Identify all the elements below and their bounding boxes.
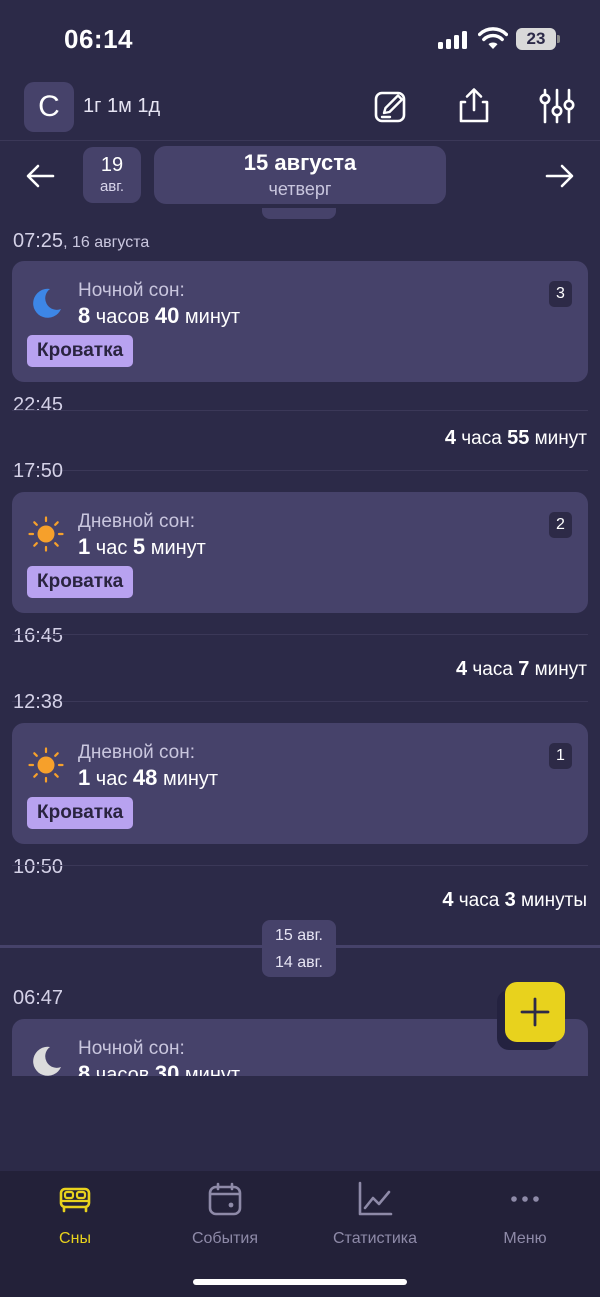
divider <box>12 410 588 411</box>
nav-label: Статистика <box>332 1230 418 1247</box>
time-label: 10:50 <box>13 856 64 878</box>
current-weekday: четверг <box>268 179 332 199</box>
edit-icon[interactable] <box>371 86 411 126</box>
add-sleep-button[interactable] <box>505 982 565 1042</box>
nav-item-sleeps[interactable]: Сны <box>15 1181 135 1248</box>
sleep-card[interactable]: Дневной сон: 1 час 5 минут 2 Кроватка <box>12 492 588 613</box>
status-time: 06:14 <box>64 24 133 54</box>
sleep-index-badge: 2 <box>549 512 572 538</box>
place-tag: Кроватка <box>27 797 134 829</box>
sleep-card[interactable]: Ночной сон: 8 часов 30 минут <box>12 1019 588 1076</box>
previous-date-day: 19 <box>100 154 124 176</box>
battery-icon: 23 <box>516 28 560 50</box>
filter-icon[interactable] <box>537 86 577 126</box>
sun-icon <box>28 747 64 783</box>
sleep-type: Ночной сон: <box>78 1038 185 1059</box>
bed-icon <box>59 1187 91 1213</box>
sleep-index-badge: 3 <box>549 281 572 307</box>
home-indicator <box>193 1279 407 1285</box>
awake-duration: 4 часа 3 минуты <box>442 889 587 911</box>
sleep-duration: 8 часов 30 минут <box>78 1061 241 1076</box>
nav-label: События <box>191 1230 259 1247</box>
current-date-button[interactable]: 15 августа четверг <box>154 146 446 204</box>
plus-icon <box>520 997 550 1027</box>
sleep-duration: 1 час 5 минут <box>78 534 206 559</box>
place-tag: Кроватка <box>27 335 134 367</box>
sleep-duration: 1 час 48 минут <box>78 765 219 790</box>
divider <box>12 470 588 471</box>
wifi-icon <box>478 27 508 49</box>
cellular-signal-icon <box>438 31 470 49</box>
header-divider <box>0 140 600 141</box>
sleep-duration: 8 часов 40 минут <box>78 303 241 328</box>
awake-duration: 4 часа 7 минут <box>456 658 587 680</box>
child-age: 1г 1м 1д <box>83 95 161 117</box>
sleep-type: Дневной сон: <box>78 511 196 532</box>
day-separator-upper: 15 авг. <box>275 927 323 944</box>
time-label: 22:45 <box>13 394 64 416</box>
sleep-card[interactable]: Ночной сон: 8 часов 40 минут 3 Кроватка <box>12 261 588 382</box>
sun-icon <box>28 516 64 552</box>
moon-icon <box>33 1046 61 1076</box>
day-separator-lower: 14 авг. <box>275 954 323 971</box>
battery-level: 23 <box>516 28 556 50</box>
sleep-index-badge: 1 <box>549 743 572 769</box>
arrow-left-icon[interactable] <box>25 160 57 192</box>
nav-item-menu[interactable]: Меню <box>465 1181 585 1248</box>
sleep-type: Ночной сон: <box>78 280 185 301</box>
nav-item-statistics[interactable]: Статистика <box>315 1181 435 1248</box>
time-label: 17:50 <box>13 460 64 482</box>
divider <box>12 701 588 702</box>
time-label: 06:47 <box>13 987 64 1009</box>
time-label: 12:38 <box>13 691 64 713</box>
sleep-type: Дневной сон: <box>78 742 196 763</box>
time-label: 16:45 <box>13 625 64 647</box>
nav-label: Сны <box>59 1230 91 1247</box>
previous-date-month: авг. <box>99 178 125 195</box>
chart-icon <box>358 1181 393 1216</box>
share-icon[interactable] <box>454 86 494 126</box>
place-tag: Кроватка <box>27 566 134 598</box>
awake-duration: 4 часа 55 минут <box>444 427 587 449</box>
calendar-icon <box>208 1182 242 1216</box>
nav-label: Меню <box>503 1230 547 1247</box>
date-tab-handle <box>262 208 336 219</box>
day-separator-badge: 15 авг. 14 авг. <box>262 920 336 977</box>
divider <box>12 634 588 635</box>
moon-icon <box>33 288 61 318</box>
sleep-card[interactable]: Дневной сон: 1 час 48 минут 1 Кроватка <box>12 723 588 844</box>
arrow-right-icon[interactable] <box>543 160 575 192</box>
child-avatar[interactable]: С <box>24 82 74 132</box>
divider <box>12 865 588 866</box>
more-icon <box>511 1196 539 1202</box>
status-bar: 06:14 23 <box>0 0 600 80</box>
nav-item-events[interactable]: События <box>165 1181 285 1248</box>
previous-date-button[interactable]: 19 авг. <box>83 147 141 203</box>
time-label: 07:25, 16 августа <box>13 230 150 252</box>
current-date: 15 августа <box>243 150 357 175</box>
time-label-date: , 16 августа <box>63 234 150 251</box>
